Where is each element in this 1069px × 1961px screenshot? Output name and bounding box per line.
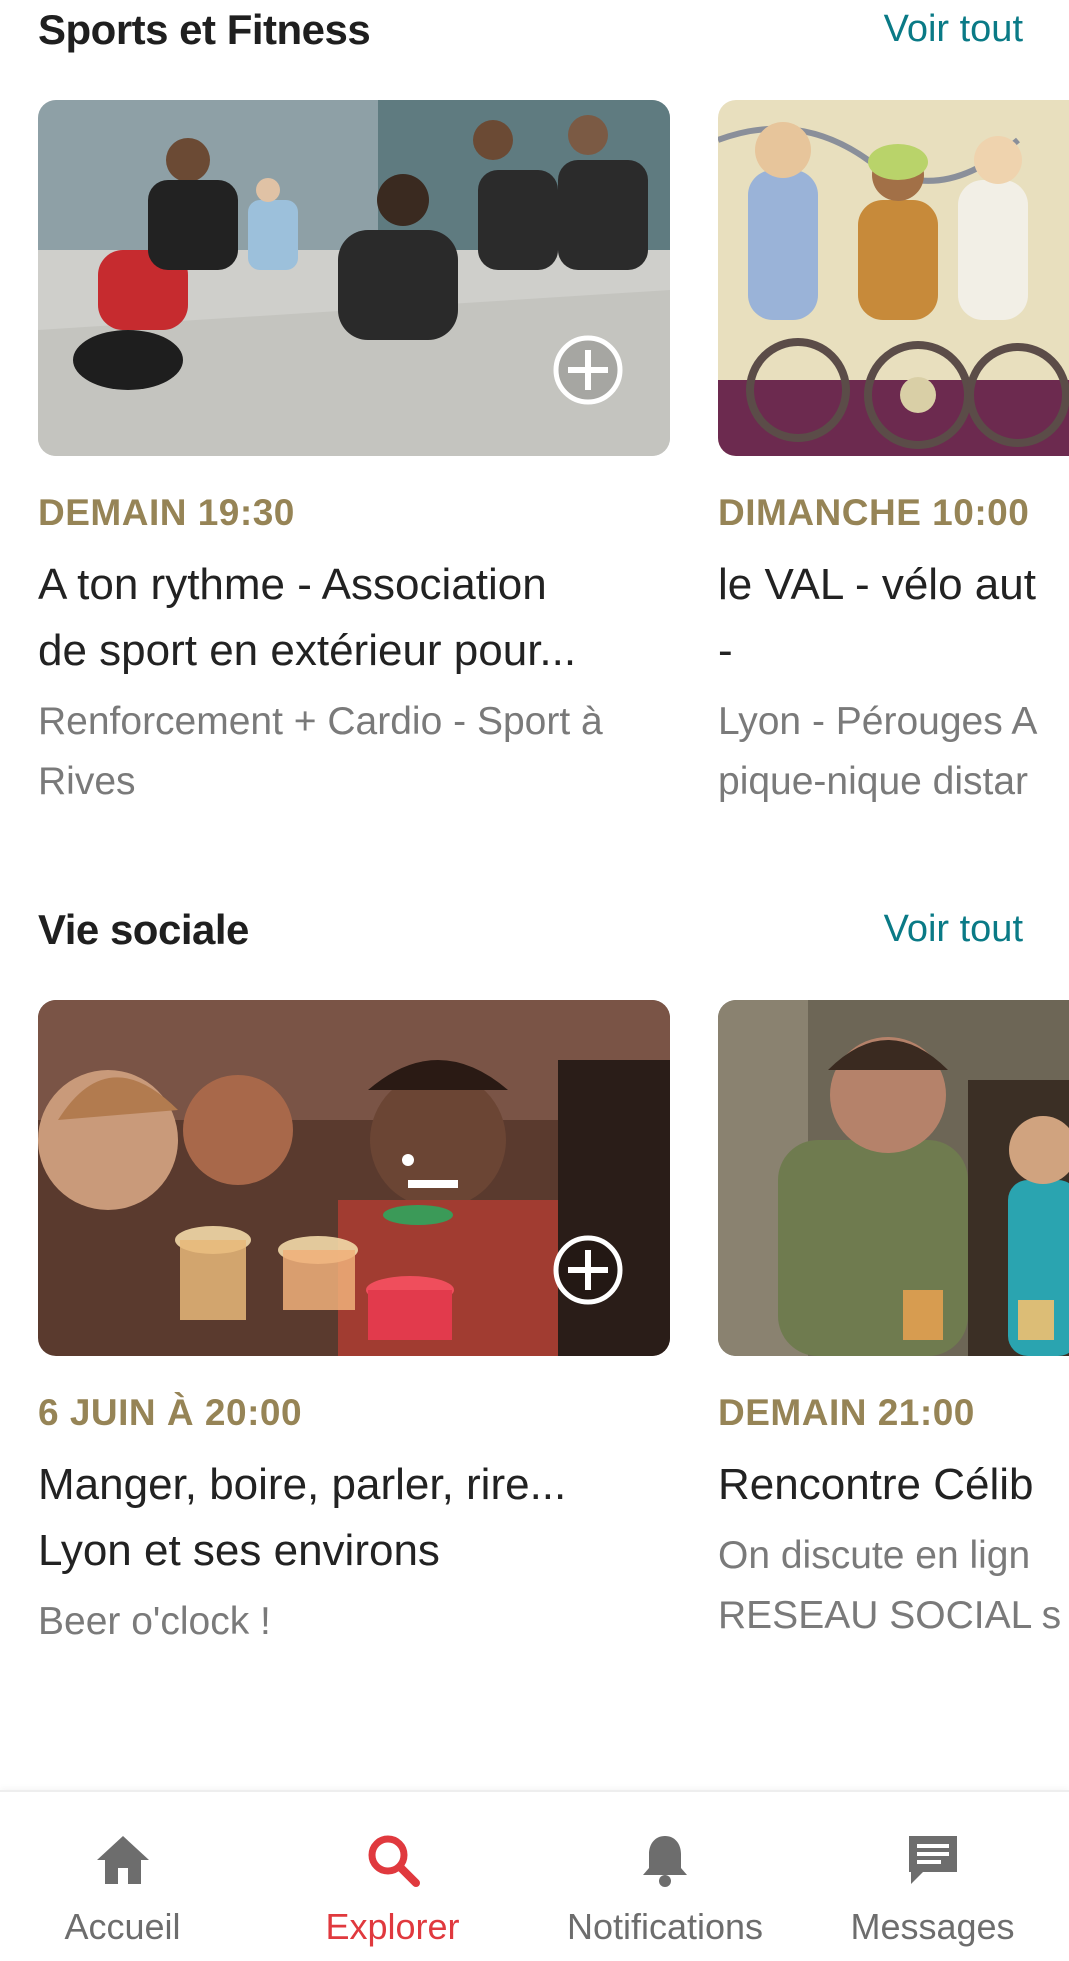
event-image xyxy=(718,1000,1069,1356)
see-all-link[interactable]: Voir tout xyxy=(884,908,1023,951)
home-icon xyxy=(96,1836,149,1884)
add-icon[interactable] xyxy=(552,1234,624,1306)
event-card[interactable]: 6 JUIN À 20:00 Manger, boire, parler, ri… xyxy=(38,1000,670,1652)
event-group-line: On discute en lign xyxy=(718,1534,1031,1577)
event-date: DEMAIN 19:30 xyxy=(38,492,295,533)
event-title-line: - xyxy=(718,626,733,675)
bell-icon xyxy=(643,1836,687,1887)
event-card[interactable]: DEMAIN 19:30 A ton rythme - Association … xyxy=(38,100,670,812)
tab-label: Accueil xyxy=(64,1906,181,1947)
tab-notifications[interactable]: Notifications xyxy=(540,1792,790,1961)
event-title: Rencontre Célib xyxy=(718,1452,1069,1518)
add-icon[interactable] xyxy=(552,334,624,406)
section-title: Sports et Fitness xyxy=(38,6,371,53)
event-card[interactable]: DEMAIN 21:00 Rencontre Célib On discute … xyxy=(718,1000,1069,1646)
event-title: Manger, boire, parler, rire... Lyon et s… xyxy=(38,1452,670,1584)
event-title-line: A ton rythme - Association xyxy=(38,560,547,609)
event-date: DIMANCHE 10:00 xyxy=(718,492,1030,533)
event-group-line: Lyon - Pérouges A xyxy=(718,700,1038,743)
event-title-line: Manger, boire, parler, rire... xyxy=(38,1460,567,1509)
event-title-line: de sport en extérieur pour... xyxy=(38,626,577,675)
event-group: Renforcement + Cardio - Sport à Rives xyxy=(38,692,670,812)
see-all-link[interactable]: Voir tout xyxy=(884,8,1023,51)
search-icon xyxy=(368,1835,420,1887)
event-group: Beer o'clock ! xyxy=(38,1592,670,1652)
event-group-line: Beer o'clock ! xyxy=(38,1600,271,1643)
event-group-line: RESEAU SOCIAL s xyxy=(718,1594,1062,1637)
event-image xyxy=(718,100,1069,456)
tab-label: Notifications xyxy=(566,1906,764,1947)
tab-explorer[interactable]: Explorer xyxy=(280,1792,505,1961)
tab-label: Explorer xyxy=(325,1906,460,1947)
event-title: le VAL - vélo aut - xyxy=(718,552,1069,684)
bottom-tab-bar: Accueil Explorer Notifications Messages xyxy=(0,1790,1069,1961)
event-title-line: Lyon et ses environs xyxy=(38,1526,440,1575)
event-group: On discute en lign RESEAU SOCIAL s xyxy=(718,1526,1069,1646)
event-group-line: Rives xyxy=(38,760,136,803)
section-title: Vie sociale xyxy=(38,906,249,953)
tab-accueil[interactable]: Accueil xyxy=(10,1792,235,1961)
event-date: DEMAIN 21:00 xyxy=(718,1392,975,1433)
event-card[interactable]: DIMANCHE 10:00 le VAL - vélo aut - Lyon … xyxy=(718,100,1069,812)
event-title-line: le VAL - vélo aut xyxy=(718,560,1036,609)
tab-messages[interactable]: Messages xyxy=(820,1792,1045,1961)
message-icon xyxy=(908,1836,957,1884)
event-date: 6 JUIN À 20:00 xyxy=(38,1392,303,1433)
event-image xyxy=(38,1000,670,1356)
event-group: Lyon - Pérouges A pique-nique distar xyxy=(718,692,1069,812)
event-image xyxy=(38,100,670,456)
event-title-line: Rencontre Célib xyxy=(718,1460,1034,1509)
event-title: A ton rythme - Association de sport en e… xyxy=(38,552,670,684)
event-group-line: Renforcement + Cardio - Sport à xyxy=(38,700,603,743)
event-group-line: pique-nique distar xyxy=(718,760,1029,803)
tab-label: Messages xyxy=(850,1906,1015,1947)
